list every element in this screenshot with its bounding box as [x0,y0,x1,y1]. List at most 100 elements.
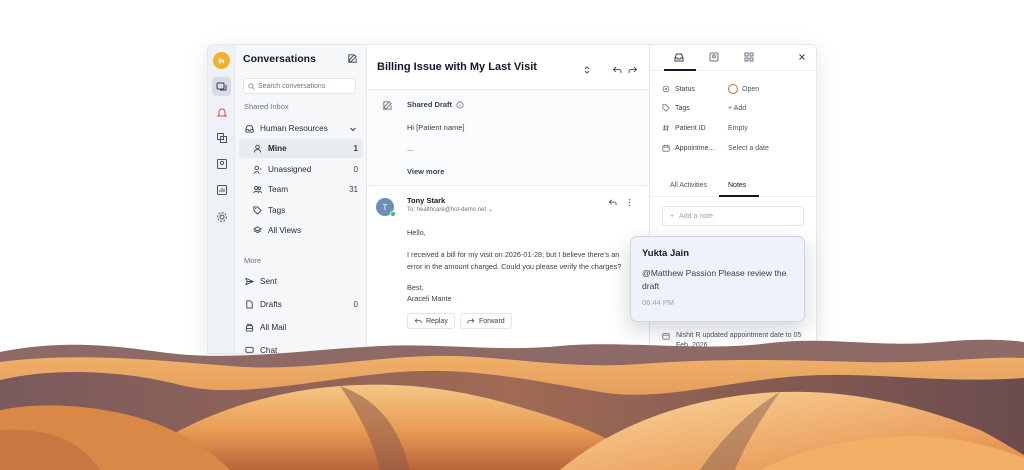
note-card[interactable]: Yukta Jain @Matthew Passion Please revie… [630,236,805,322]
info-icon[interactable] [456,100,464,109]
mailbox-icon [244,323,254,333]
sidebar-item-sent[interactable]: Sent [239,272,363,291]
more-options-icon[interactable] [625,198,634,207]
chat-icon [244,346,254,354]
note-input[interactable]: + Add a note [662,206,804,226]
message-greeting: Hello, [407,228,426,237]
forward-icon[interactable] [628,62,638,73]
date-picker[interactable]: Select a date [728,145,769,152]
edit-draft-icon [383,101,392,110]
field-tags[interactable]: Tags + Add [662,102,812,114]
team-icon [252,185,262,195]
tag-icon [252,206,262,216]
note-placeholder: Add a note [679,212,713,220]
active-tab-indicator [664,69,696,71]
sidebar-title: Conversations [243,53,316,65]
sort-icon[interactable] [582,62,592,74]
tab-notes[interactable]: Notes [728,182,746,189]
sidebar-item-drafts[interactable]: Drafts 0 [239,295,363,314]
sidebar-item-team[interactable]: Team 31 [239,180,363,199]
shared-inbox-label: Shared Inbox [244,102,289,111]
sidebar-item-label: All Mail [260,323,287,332]
add-tag-button[interactable]: + Add [728,105,746,112]
app-logo-icon[interactable] [213,52,230,69]
sidebar-item-count: 0 [353,165,358,174]
search-input[interactable]: Search conversations [243,78,356,94]
tab-contact-icon[interactable] [709,52,719,62]
sidebar-item-tags[interactable]: Tags [239,201,363,220]
search-placeholder: Search conversations [258,82,326,90]
draft-line: Hi [Patient name] [407,123,465,132]
sidebar-item-label: Tags [268,206,286,215]
chevron-down-icon[interactable] [349,125,357,133]
conversation-panel: Billing Issue with My Last Visit Shared … [367,45,650,353]
reply-button[interactable]: Replay [407,313,455,329]
shared-draft[interactable]: Shared Draft Hi [Patient name] ... View … [367,90,649,186]
sidebar-item-label: Mine [268,144,287,153]
field-key: Tags [675,104,690,112]
status-open-indicator [728,84,738,94]
reports-icon[interactable] [214,182,229,197]
contacts-icon[interactable] [214,156,229,171]
conversation-header: Billing Issue with My Last Visit [367,45,649,90]
settings-icon[interactable] [214,209,229,224]
more-label: More [244,256,262,265]
note-timestamp: 06:44 PM [642,298,675,307]
forward-icon [467,318,475,324]
reply-icon[interactable] [608,198,617,207]
activity-tabs: All Activities Notes [650,177,816,197]
reply-button-label: Replay [426,317,448,325]
field-status[interactable]: Status Open [662,83,812,95]
tab-apps-icon[interactable] [744,52,754,62]
note-text: @Matthew Passion Please review the draft [642,268,787,291]
message-sender[interactable]: Tony Stark [407,196,445,205]
field-appointment[interactable]: Appointme... Select a date [662,142,812,154]
sidebar-item-label: Team [268,185,289,194]
activity-item: Nishit R updated appointment date to 05 … [662,331,812,351]
icon-rail [208,45,235,353]
compose-icon[interactable] [347,53,358,64]
draft-ellipsis: ... [407,144,414,153]
message-signature: Araceli Mante [407,294,452,303]
active-tab-indicator [719,195,759,197]
inbox-icon [244,124,254,134]
reply-icon[interactable] [612,62,622,73]
conversations-icon[interactable] [212,77,231,96]
sidebar-item-unassigned[interactable]: Unassigned 0 [239,160,363,179]
sidebar-item-label: Chat [260,346,278,354]
forward-button[interactable]: Forward [460,313,512,329]
user-icon [252,144,262,154]
field-value: Empty [728,124,748,132]
message: T Tony Stark To: healthcare@hot-demo.net… [367,186,649,353]
close-icon[interactable] [797,52,807,62]
sidebar-item-all-mail[interactable]: All Mail [239,318,363,337]
copy-icon[interactable] [214,130,229,145]
tab-inbox-icon[interactable] [674,52,684,62]
sidebar-item-mine[interactable]: Mine 1 [239,139,363,158]
user-unassigned-icon [252,165,262,175]
hash-icon [662,124,670,132]
send-icon [244,277,254,287]
chevron-down-icon: ⌄ [487,207,493,213]
note-author: Yukta Jain [642,248,689,259]
message-signoff: Best, [407,283,424,292]
recipient-text: To: healthcare@hot-demo.net [407,207,487,213]
view-more-link[interactable]: View more [407,167,444,176]
tab-all-activities[interactable]: All Activities [670,182,707,189]
field-key: Appointme... [675,144,715,152]
plus-icon: + [670,212,675,220]
field-patient-id[interactable]: Patient ID Empty [662,122,812,134]
conversations-sidebar: Conversations Search conversations Share… [235,45,367,353]
message-recipient[interactable]: To: healthcare@hot-demo.net ⌄ [407,206,493,213]
sidebar-item-label: Unassigned [268,165,312,174]
reply-icon [414,318,422,324]
sidebar-item-label: All Views [268,226,302,235]
sidebar-item-chat[interactable]: Chat [239,341,363,354]
message-body-line: error in the amount charged. Could you p… [407,262,622,271]
sidebar-item-all-views[interactable]: All Views [239,221,363,240]
details-tabs [650,45,816,71]
tag-icon [662,104,670,112]
draft-file-icon [244,300,254,310]
inbox-human-resources[interactable]: Human Resources [239,119,363,138]
notifications-icon[interactable] [214,105,229,120]
